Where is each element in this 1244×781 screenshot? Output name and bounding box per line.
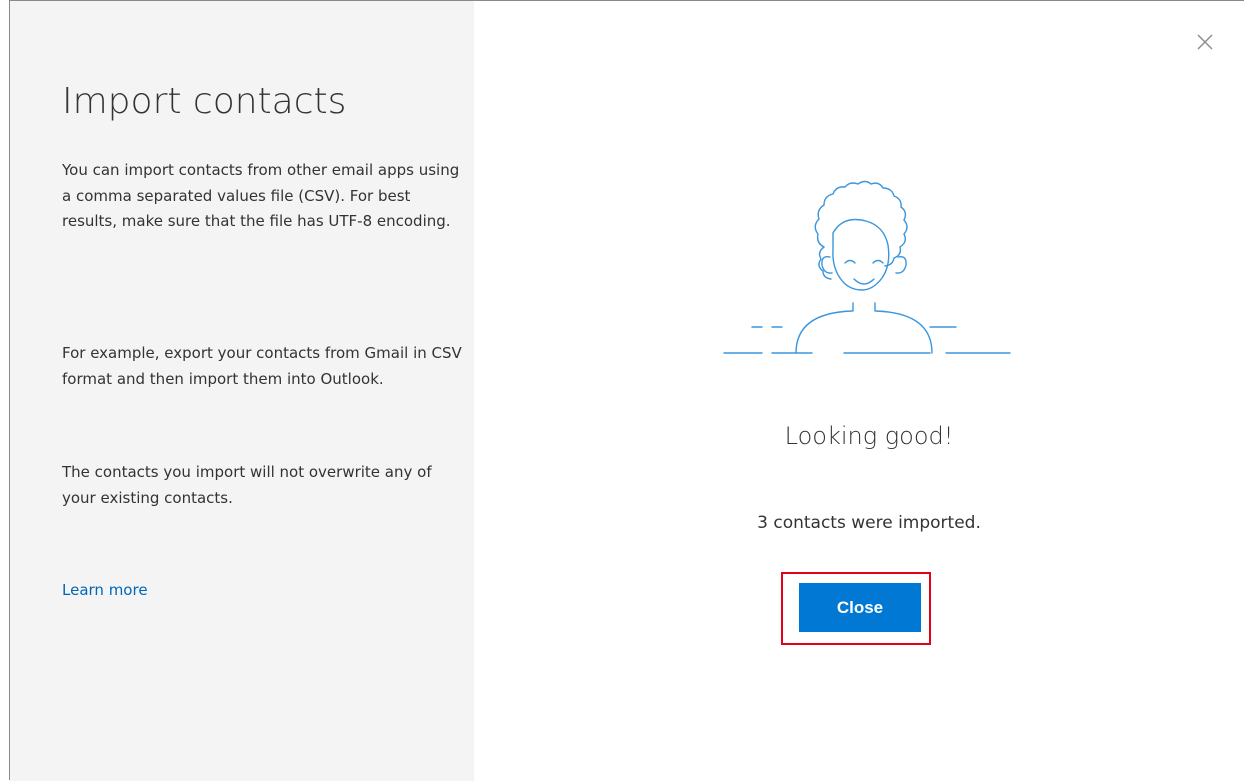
close-button-highlight: Close	[781, 572, 931, 645]
description-paragraph-example: For example, export your contacts from G…	[62, 344, 462, 388]
info-panel: Import contacts You can import contacts …	[10, 1, 474, 781]
close-button[interactable]: Close	[799, 583, 921, 632]
close-icon[interactable]	[1194, 31, 1216, 53]
import-result-message: 3 contacts were imported.	[757, 513, 981, 533]
description-paragraph-csv: You can import contacts from other email…	[62, 161, 460, 231]
smiling-person-illustration	[716, 175, 1016, 365]
status-title: Looking good!	[784, 422, 954, 450]
description-paragraph-overwrite: The contacts you import will not overwri…	[62, 463, 432, 507]
dialog-title: Import contacts	[62, 81, 347, 122]
learn-more-link[interactable]: Learn more	[62, 581, 148, 599]
import-contacts-dialog: Import contacts You can import contacts …	[9, 0, 1244, 781]
